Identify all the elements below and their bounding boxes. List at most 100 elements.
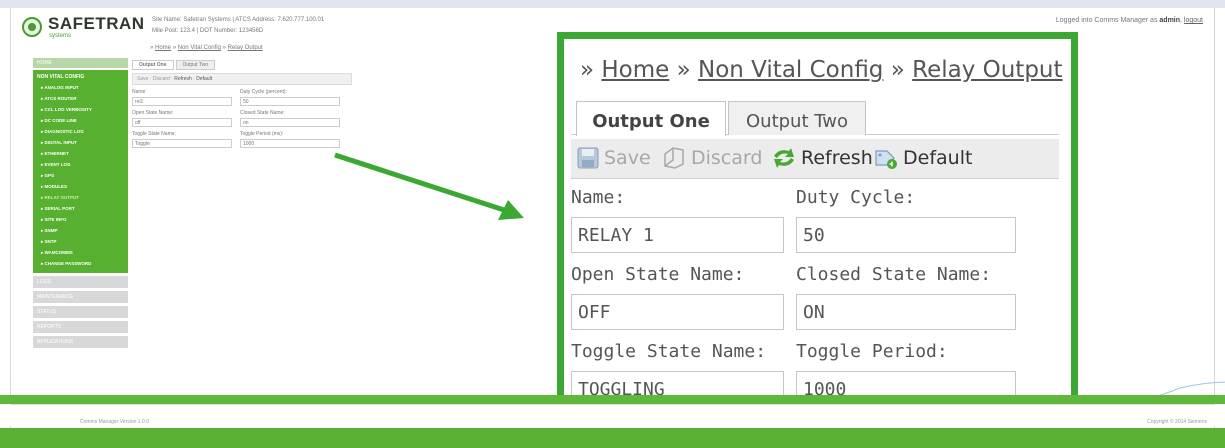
breadcrumb-home[interactable]: Home — [601, 57, 669, 83]
mini-toggle-input[interactable]: Toggle — [132, 139, 232, 148]
sidebar-item-label: SITE INFO — [44, 217, 67, 222]
sidebar-item[interactable]: ▸ MODULES — [33, 181, 128, 192]
refresh-button[interactable]: Refresh — [771, 146, 873, 170]
site-info-line1: Site Name: Safetran Systems | ATCS Addre… — [152, 17, 325, 23]
breadcrumb: » Home » Non Vital Config » Relay Output — [580, 57, 1063, 83]
login-prefix: Logged into Comms Manager as — [1055, 17, 1158, 24]
default-label: Default — [903, 147, 973, 169]
sidebar-item[interactable]: ▸ WAMCOMMS — [33, 247, 128, 258]
sidebar-group-logs[interactable]: LOGS — [33, 276, 128, 288]
bc-sep: » — [172, 45, 177, 51]
sidebar-item-label: CCL LOG VERBOSITY — [44, 107, 92, 112]
sidebar-group-maintenance[interactable]: MAINTENANCE — [33, 291, 128, 303]
mini-closed-label: Closed State Name: — [240, 110, 285, 116]
breadcrumb-separator: » — [890, 57, 905, 83]
mini-open-input[interactable]: off — [132, 118, 232, 127]
tab-output-one[interactable]: Output One — [576, 101, 726, 136]
mini-duty-input[interactable]: 50 — [240, 97, 340, 106]
sidebar-item-label: DIGITAL INPUT — [44, 140, 77, 145]
mini-name-input[interactable]: rel1 — [132, 97, 232, 106]
discard-button[interactable]: Discard — [661, 146, 762, 170]
breadcrumb-relay-output[interactable]: Relay Output — [912, 57, 1062, 83]
mini-period-input[interactable]: 1000 — [240, 139, 340, 148]
sidebar-item[interactable]: ▸ CCL LOG VERBOSITY — [33, 104, 128, 115]
name-input[interactable]: RELAY 1 — [571, 217, 784, 253]
small-breadcrumb: » Home » Non Vital Config » Relay Output — [150, 45, 263, 51]
sidebar-item-label: EVENT LOG — [44, 162, 71, 167]
sidebar: HOME NON VITAL CONFIG ▸ ANALOG INPUT ▸ A… — [33, 58, 128, 388]
mini-save-button[interactable]: Save — [137, 76, 148, 82]
sidebar-item[interactable]: ▸ DIGITAL INPUT — [33, 137, 128, 148]
sidebar-item[interactable]: ▸ SNTP — [33, 236, 128, 247]
sidebar-item-label: ETHERNET — [44, 151, 69, 156]
logout-link[interactable]: logout — [1184, 17, 1203, 24]
mini-default-button[interactable]: Default — [196, 76, 212, 82]
duty-cycle-label: Duty Cycle: — [796, 187, 916, 208]
sidebar-item-label: DC CODE LINE — [44, 118, 77, 123]
discard-icon — [664, 147, 684, 169]
breadcrumb-separator: » — [580, 57, 595, 83]
sidebar-item[interactable]: ▸ GPS — [33, 170, 128, 181]
sidebar-item[interactable]: ▸ DIAGNOSTIC LOG — [33, 126, 128, 137]
sidebar-home[interactable]: HOME — [33, 58, 128, 68]
mini-duty-label: Duty Cycle (percent): — [240, 89, 287, 95]
tab-bar: Output One Output Two — [571, 101, 1059, 136]
brand-name: SAFETRAN — [48, 14, 145, 33]
mini-discard-button[interactable]: Discard — [153, 76, 170, 82]
closed-state-input[interactable]: ON — [796, 294, 1016, 330]
save-label: Save — [604, 147, 651, 169]
callout-arrow-icon — [334, 152, 524, 220]
browser-strip — [0, 0, 1225, 8]
breadcrumb-non-vital-config[interactable]: Non Vital Config — [698, 57, 883, 83]
sidebar-item[interactable]: ▸ EVENT LOG — [33, 159, 128, 170]
save-icon — [577, 147, 599, 169]
save-button[interactable]: Save — [576, 146, 651, 170]
sidebar-group-title[interactable]: NON VITAL CONFIG — [33, 72, 128, 82]
sidebar-item[interactable]: ▸ ETHERNET — [33, 148, 128, 159]
open-state-input[interactable]: OFF — [571, 294, 784, 330]
sidebar-group-reports[interactable]: REPORTS — [33, 321, 128, 333]
bc-relay-small[interactable]: Relay Output — [228, 45, 263, 51]
bc-sep: » — [150, 45, 154, 51]
mini-closed-input[interactable]: on — [240, 118, 340, 127]
sidebar-item[interactable]: ▸ CHANGE PASSWORD — [33, 258, 128, 269]
bc-nonvital-small[interactable]: Non Vital Config — [178, 45, 221, 51]
mini-toggle-label: Toggle State Name: — [132, 131, 176, 137]
safetran-logo: SAFETRAN systems — [22, 14, 145, 42]
site-info-line2: Mile Post: 123.4 | DOT Number: 123456D — [152, 28, 264, 34]
mini-tab-output-one[interactable]: Output One — [132, 60, 174, 70]
mini-tab-output-two[interactable]: Output Two — [175, 60, 215, 70]
mini-name-label: Name: — [132, 89, 147, 95]
sidebar-group-applications[interactable]: APPLICATIONS — [33, 336, 128, 348]
sidebar-item-label: SNTP — [44, 239, 57, 244]
sidebar-item-relay-output[interactable]: ▸ RELAY OUTPUT — [33, 192, 128, 203]
sidebar-item[interactable]: ▸ ANALOG INPUT — [33, 82, 128, 93]
brand-tagline: systems — [49, 33, 72, 39]
refresh-label: Refresh — [801, 147, 873, 169]
sidebar-item-label: CHANGE PASSWORD — [44, 261, 92, 266]
sidebar-item-label: WAMCOMMS — [44, 250, 73, 255]
mini-period-label: Toggle Period (ms): — [240, 131, 284, 137]
login-user: admin — [1159, 17, 1181, 24]
footer-accent-bar — [0, 395, 1225, 404]
refresh-icon — [774, 148, 794, 168]
default-button[interactable]: Default — [873, 146, 972, 170]
sidebar-item[interactable]: ▸ SERIAL PORT — [33, 203, 128, 214]
footer-version: Comms Manager Version 1.0.0 — [80, 419, 149, 425]
name-label: Name: — [571, 187, 626, 208]
sidebar-item-label: GPS — [44, 173, 55, 178]
duty-cycle-input[interactable]: 50 — [796, 217, 1016, 253]
bc-home-small[interactable]: Home — [155, 45, 171, 51]
sidebar-item-label: ANALOG INPUT — [44, 85, 79, 90]
sidebar-item[interactable]: ▸ DC CODE LINE — [33, 115, 128, 126]
mini-refresh-button[interactable]: Refresh — [174, 76, 192, 82]
tab-output-two[interactable]: Output Two — [728, 101, 866, 135]
sidebar-item[interactable]: ▸ SITE INFO — [33, 214, 128, 225]
sidebar-item[interactable]: ▸ SNMP — [33, 225, 128, 236]
sidebar-group-status[interactable]: STATUS — [33, 306, 128, 318]
footer — [10, 404, 1215, 426]
bc-sep: » — [222, 45, 226, 51]
login-info: Logged into Comms Manager as admin, logo… — [1055, 17, 1203, 24]
sidebar-item[interactable]: ▸ ATCS ROUTER — [33, 93, 128, 104]
breadcrumb-separator: » — [676, 57, 691, 83]
